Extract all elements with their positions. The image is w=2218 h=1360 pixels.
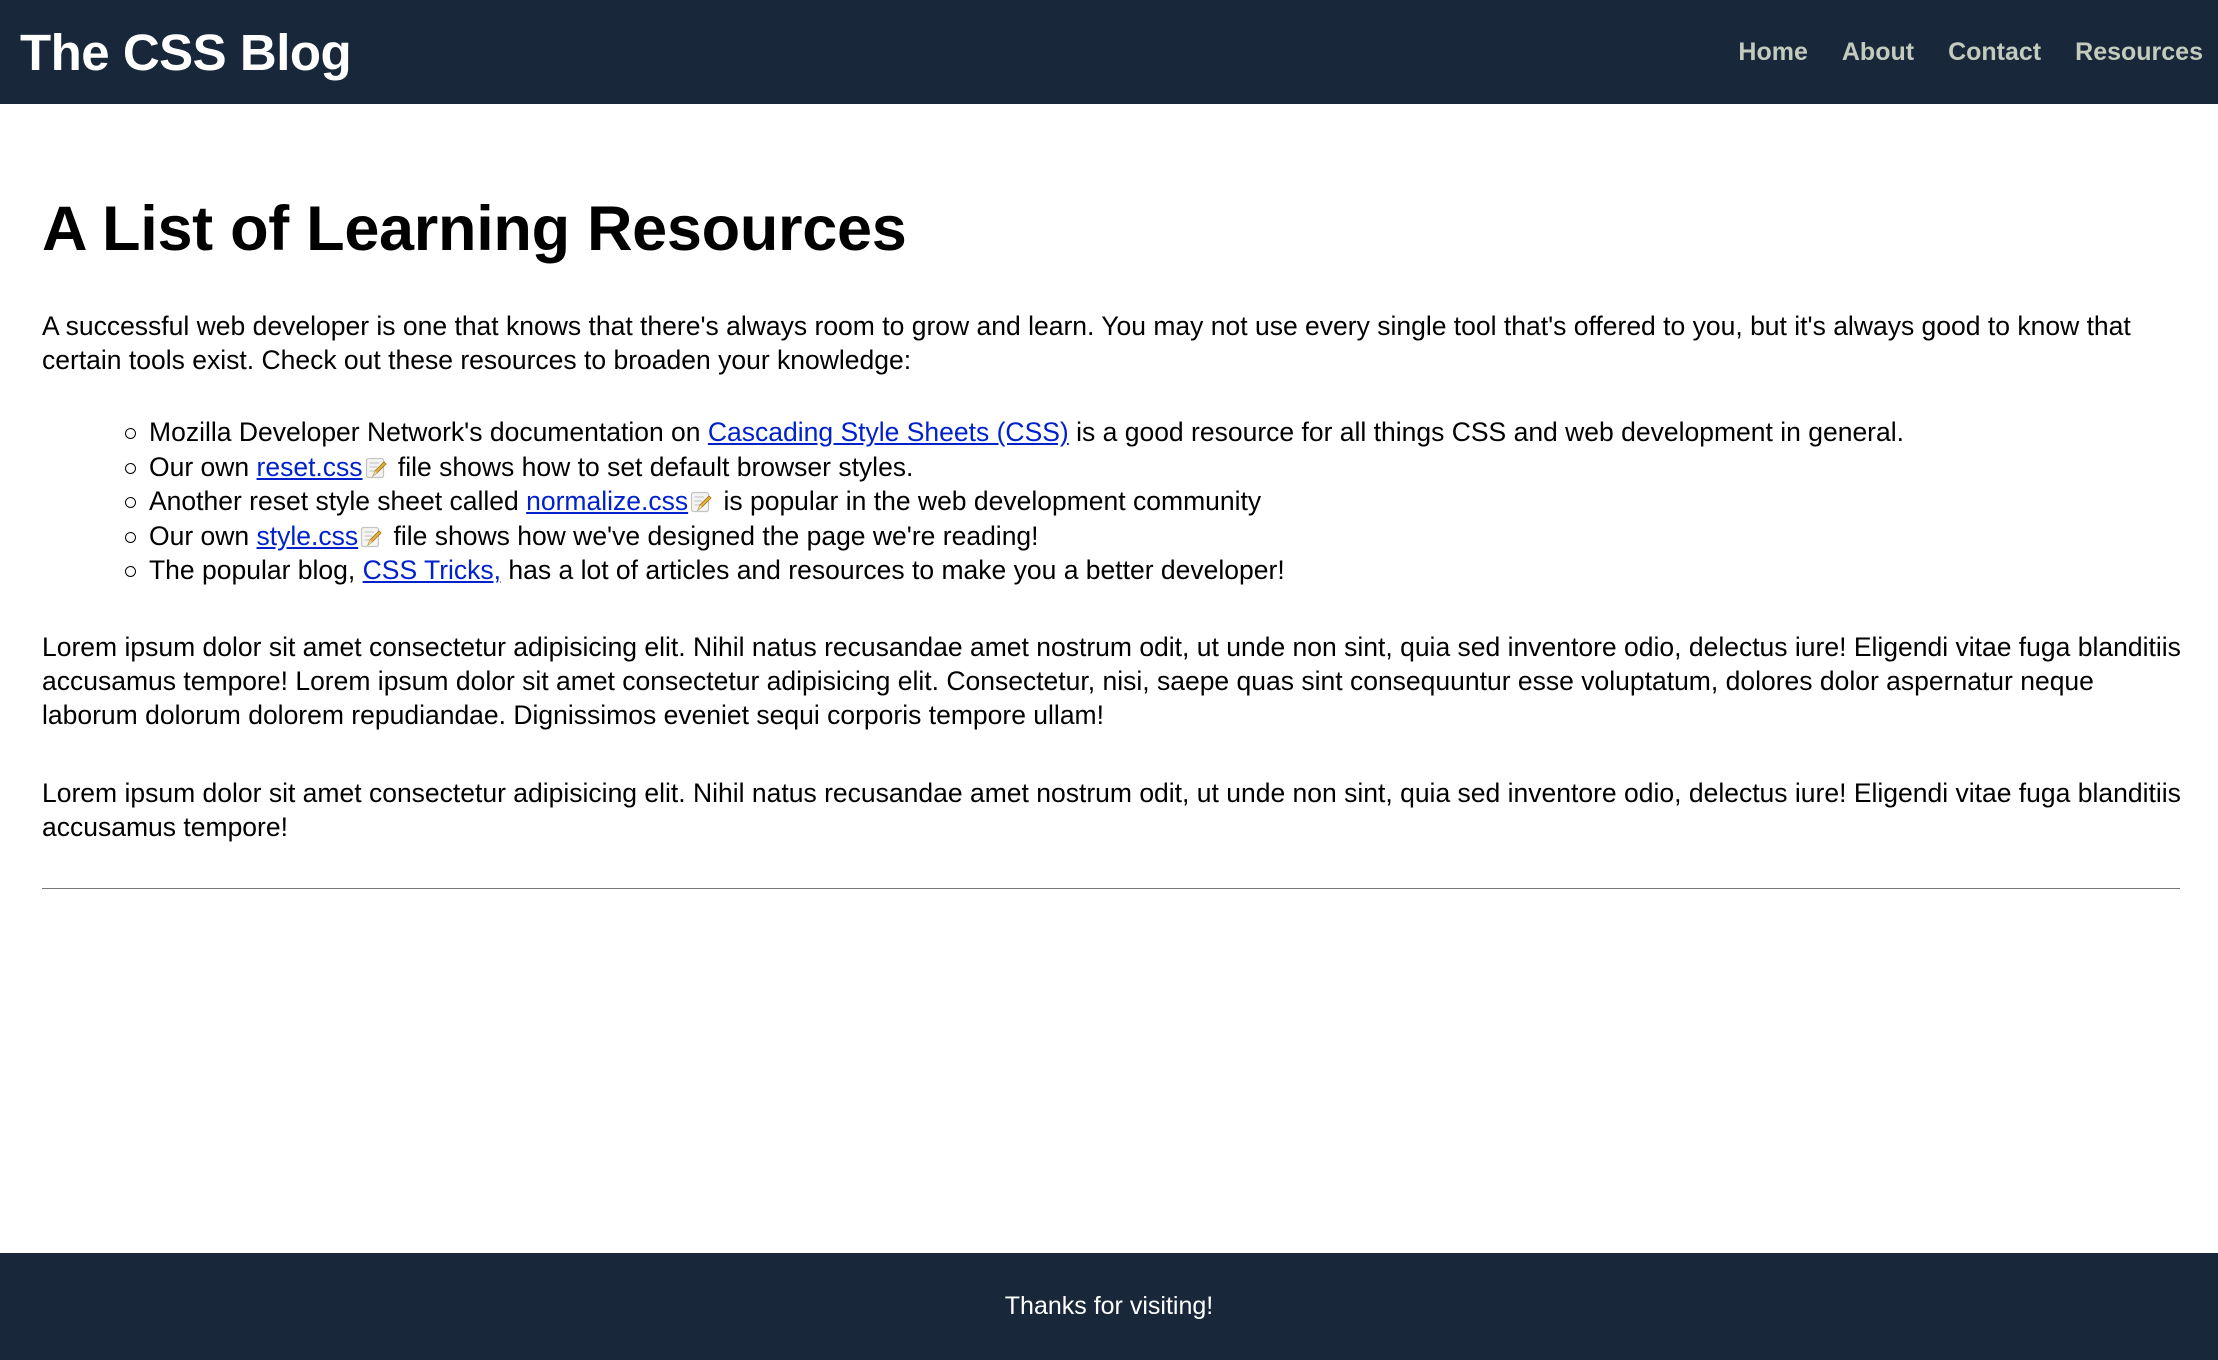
file-edit-icon [361,526,382,548]
site-title[interactable]: The CSS Blog [20,27,352,78]
lorem-paragraph-1: Lorem ipsum dolor sit amet consectetur a… [42,631,2181,730]
list-item-text: has a lot of articles and resources to m… [501,555,1285,586]
intro-paragraph: A successful web developer is one that k… [42,311,2131,376]
nav-link-contact[interactable]: Contact [1948,38,2041,67]
link-normalize-css[interactable]: normalize.css [526,486,688,516]
list-item-text: is popular in the web development commun… [716,486,1262,517]
link-style-css[interactable]: style.css [257,521,359,551]
site-header: The CSS Blog Home About Contact Resource… [0,0,2218,104]
page-title: A List of Learning Resources [42,194,907,264]
nav-link-resources[interactable]: Resources [2075,38,2203,67]
nav-link-about[interactable]: About [1842,38,1914,67]
list-item: The popular blog, CSS Tricks, has a lot … [125,553,2182,588]
main-content: A List of Learning Resources A successfu… [42,104,2182,889]
file-edit-icon [365,457,387,479]
site-footer: Thanks for visiting! [0,1253,2218,1360]
list-item-text: is a good resource for all things CSS an… [1068,417,1904,448]
file-edit-icon [691,492,712,513]
link-mdn-css[interactable]: Cascading Style Sheets (CSS) [708,417,1069,447]
lorem-paragraph-2: Lorem ipsum dolor sit amet consectetur a… [42,777,2181,842]
list-item: Our own reset.css file shows how to set … [125,450,2182,485]
list-item-text: Another reset style sheet called [149,486,527,517]
content-divider [42,887,2180,889]
list-item-text: Our own [149,451,257,482]
page: The CSS Blog Home About Contact Resource… [0,0,2218,1360]
list-item-text: file shows how we've designed the page w… [386,520,1039,551]
nav-link-home[interactable]: Home [1738,38,1807,67]
list-item: Another reset style sheet called normali… [125,484,2182,519]
list-item-text: Our own [149,520,257,551]
resource-list: Mozilla Developer Network's documentatio… [42,415,2182,588]
list-item-text: The popular blog, [149,555,363,586]
list-item-text: Mozilla Developer Network's documentatio… [149,417,708,448]
main-nav: Home About Contact Resources [1738,38,2203,67]
link-reset-css[interactable]: reset.css [257,452,363,482]
list-item-text: file shows how to set default browser st… [390,451,914,482]
list-item: Our own style.css file shows how we've d… [125,519,2182,554]
link-css-tricks[interactable]: CSS Tricks, [363,555,501,585]
footer-text: Thanks for visiting! [1004,1292,1214,1320]
list-item: Mozilla Developer Network's documentatio… [125,415,2182,450]
